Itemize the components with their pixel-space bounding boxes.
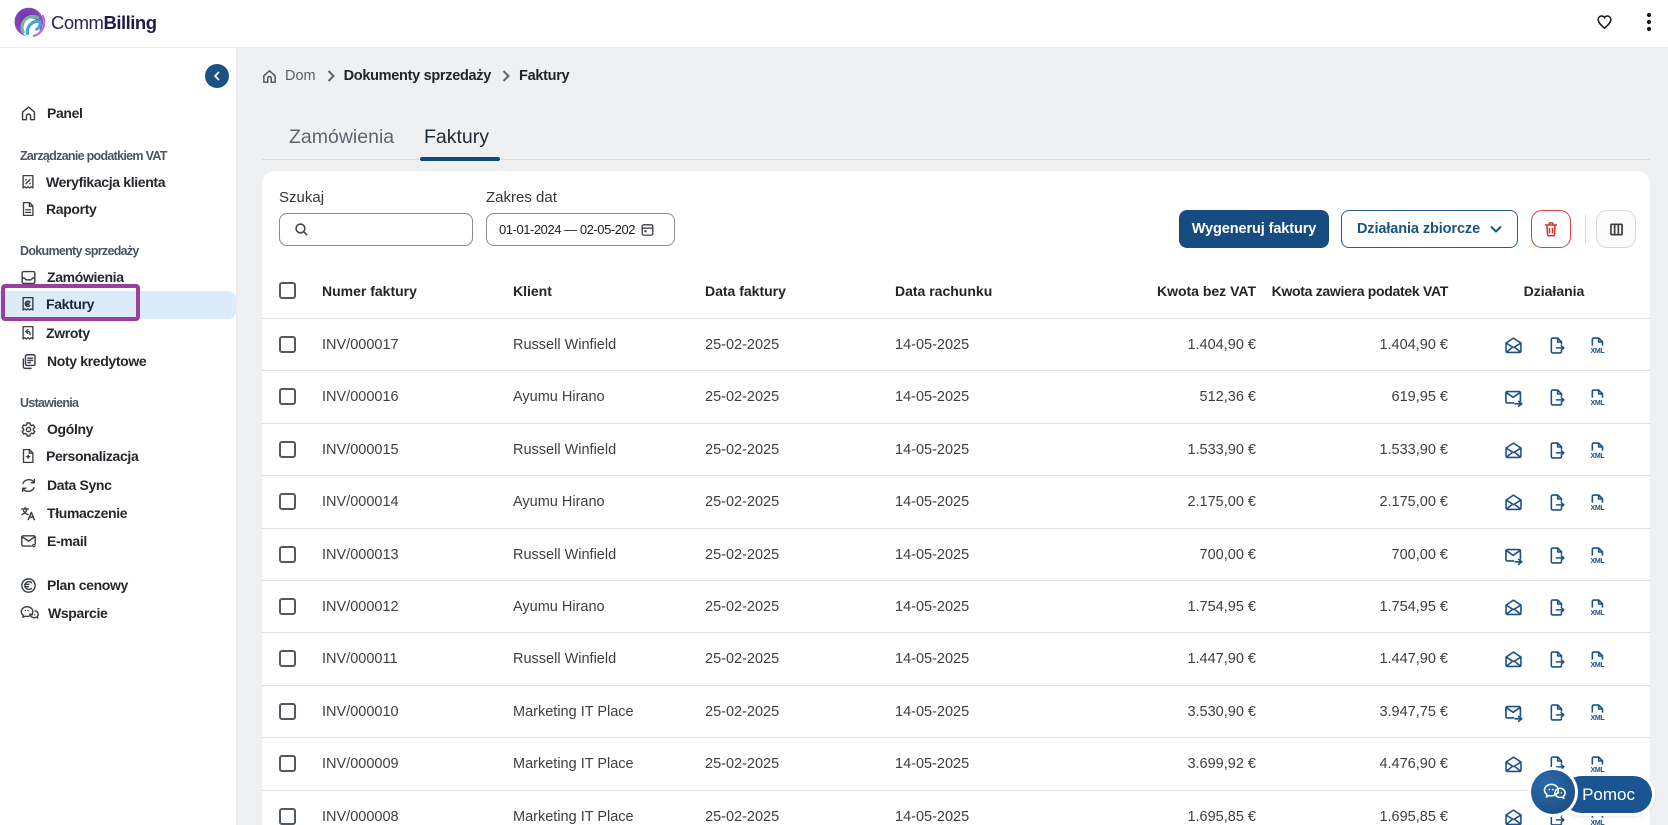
svg-text:XML: XML: [1591, 453, 1606, 460]
svg-text:XML: XML: [1591, 505, 1606, 512]
svg-text:XML: XML: [1591, 662, 1606, 669]
svg-text:XML: XML: [1591, 348, 1606, 355]
svg-text:XML: XML: [1591, 610, 1606, 617]
svg-text:XML: XML: [1591, 820, 1606, 825]
svg-text:XML: XML: [1591, 400, 1606, 407]
svg-text:XML: XML: [1591, 767, 1606, 774]
svg-text:XML: XML: [1591, 558, 1606, 565]
svg-text:XML: XML: [1591, 715, 1606, 722]
